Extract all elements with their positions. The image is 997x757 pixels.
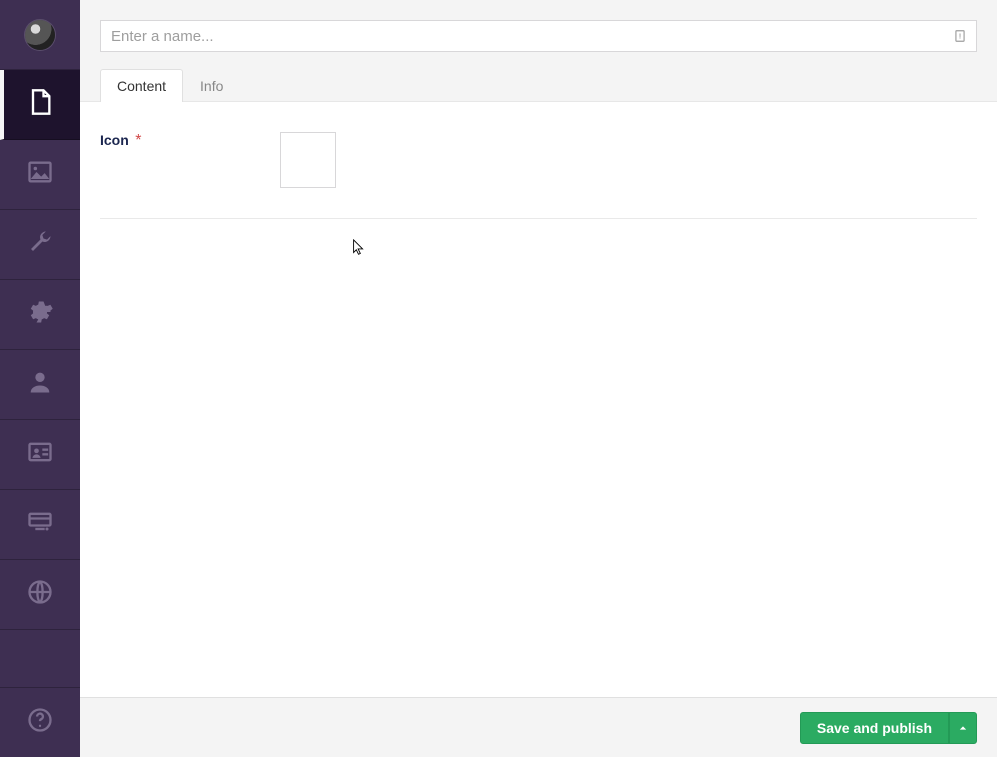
- caret-up-icon: [959, 720, 967, 735]
- avatar-icon: [25, 20, 55, 50]
- required-marker: *: [135, 132, 141, 149]
- editor-tabs: Content Info: [100, 69, 977, 102]
- editor-footer: Save and publish: [80, 697, 997, 757]
- image-icon: [26, 158, 54, 191]
- app-sidebar: [0, 0, 80, 757]
- user-icon: [26, 368, 54, 401]
- document-icon: [26, 88, 54, 121]
- help-icon: [26, 706, 54, 739]
- field-label-icon: Icon: [100, 132, 129, 148]
- svg-text:!: !: [959, 33, 961, 40]
- sidebar-avatar[interactable]: [0, 0, 80, 70]
- save-and-publish-caret[interactable]: [949, 712, 977, 744]
- sidebar-item-settings-gear[interactable]: [0, 280, 80, 350]
- input-status-icon: !: [951, 27, 969, 45]
- sidebar-item-content[interactable]: [0, 70, 80, 140]
- sidebar-item-translation[interactable]: [0, 560, 80, 630]
- wrench-icon: [26, 228, 54, 261]
- sidebar-item-users[interactable]: [0, 350, 80, 420]
- name-input[interactable]: [100, 20, 977, 52]
- sidebar-item-forms[interactable]: [0, 490, 80, 560]
- tab-info[interactable]: Info: [183, 69, 240, 102]
- editor-header: ! Content Info: [80, 0, 997, 101]
- main-panel: ! Content Info Icon * Save and publish: [80, 0, 997, 757]
- id-card-icon: [26, 438, 54, 471]
- content-pane: Icon *: [80, 101, 997, 697]
- globe-icon: [26, 578, 54, 611]
- sidebar-item-media[interactable]: [0, 140, 80, 210]
- sidebar-item-help[interactable]: [0, 687, 80, 757]
- name-input-wrapper: !: [100, 20, 977, 52]
- tab-content[interactable]: Content: [100, 69, 183, 102]
- gear-icon: [26, 298, 54, 331]
- save-and-publish-button[interactable]: Save and publish: [800, 712, 949, 744]
- sidebar-item-members[interactable]: [0, 420, 80, 490]
- field-row-icon: Icon *: [100, 132, 977, 219]
- sidebar-item-settings-wrench[interactable]: [0, 210, 80, 280]
- form-icon: [26, 508, 54, 541]
- icon-picker[interactable]: [280, 132, 336, 188]
- save-publish-group: Save and publish: [800, 712, 977, 744]
